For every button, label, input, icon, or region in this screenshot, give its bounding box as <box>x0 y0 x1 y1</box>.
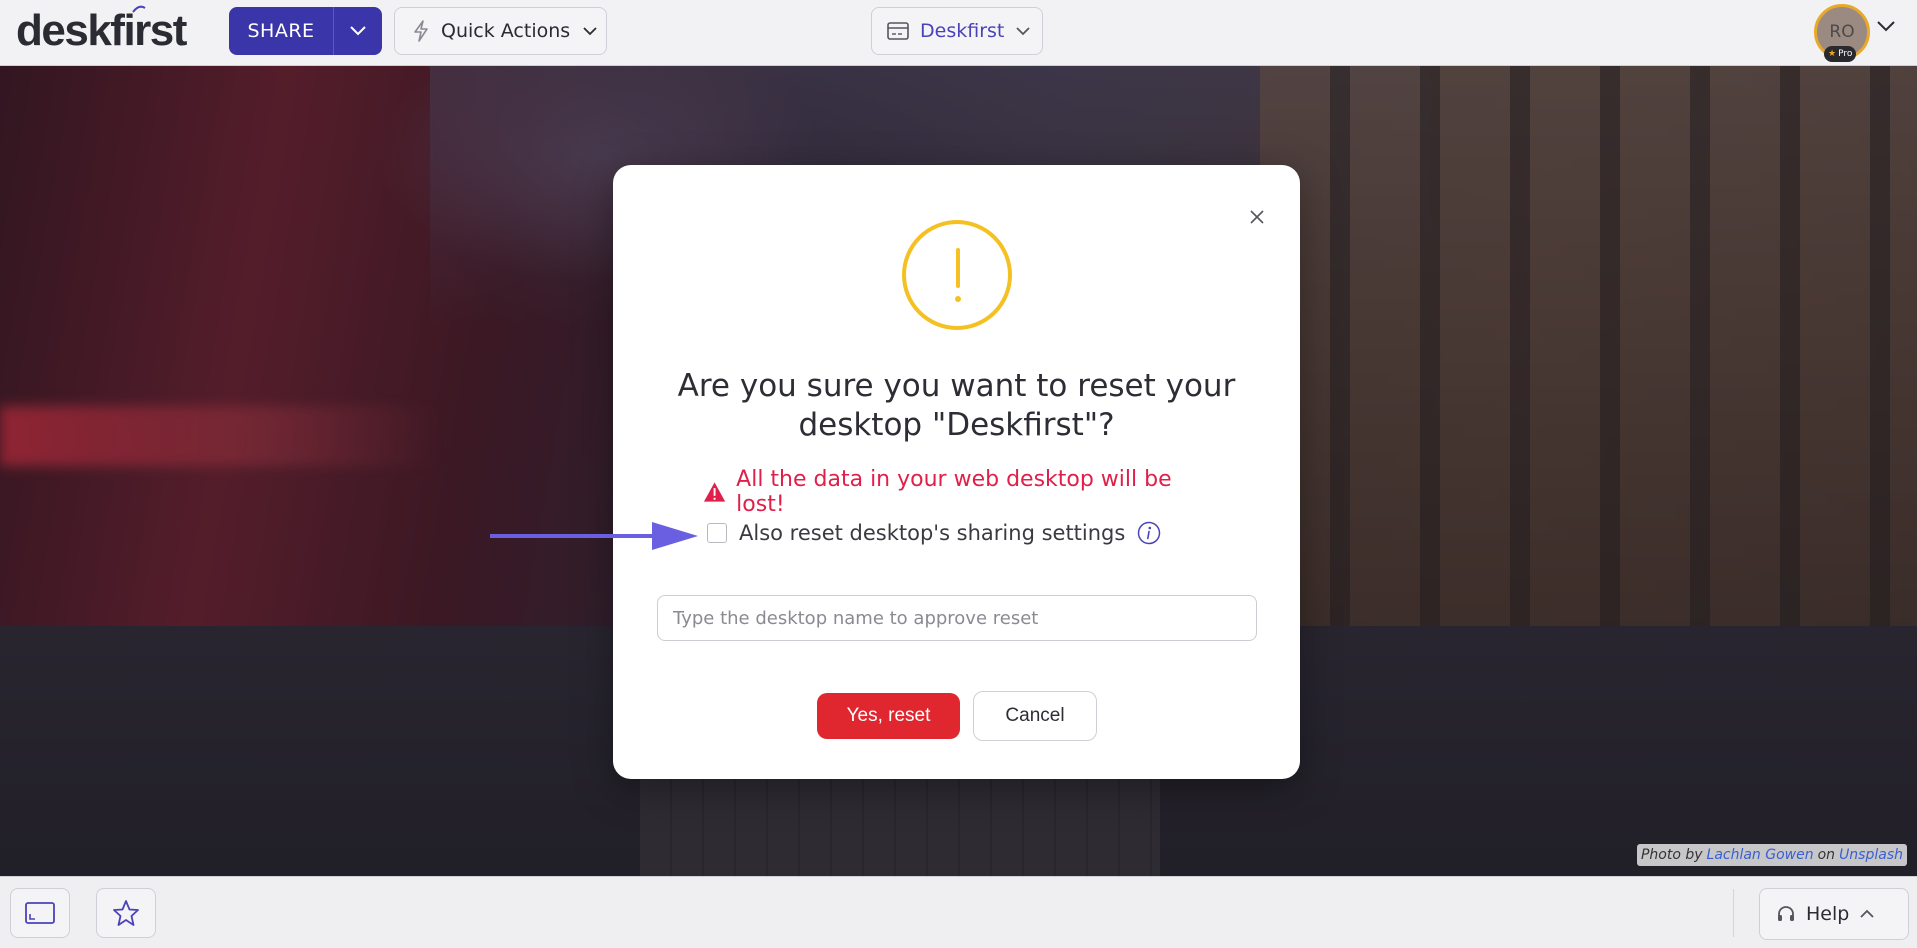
desktop-selector[interactable]: Deskfirst <box>871 7 1043 55</box>
help-button[interactable]: Help <box>1759 888 1909 940</box>
share-dropdown-button[interactable] <box>333 7 382 55</box>
data-loss-warning: All the data in your web desktop will be… <box>703 467 1210 517</box>
pro-badge-label: Pro <box>1838 49 1853 59</box>
credit-prefix: Photo by <box>1640 847 1703 863</box>
star-icon: ★ <box>1828 49 1837 59</box>
exclamation-bar <box>956 248 960 288</box>
user-menu-chevron-icon[interactable] <box>1876 20 1896 32</box>
chevron-up-icon <box>1860 909 1874 918</box>
credit-site-link[interactable]: Unsplash <box>1839 847 1903 863</box>
reset-desktop-dialog: Are you sure you want to reset your desk… <box>613 165 1300 779</box>
desktop-name: Deskfirst <box>920 20 1005 42</box>
bottom-bar-divider <box>1733 889 1734 937</box>
photo-credit: Photo by Lachlan Gowen on Unsplash <box>1636 844 1907 866</box>
approve-reset-input[interactable] <box>657 595 1257 641</box>
info-icon[interactable] <box>1137 521 1161 545</box>
quick-actions-button[interactable]: Quick Actions <box>394 7 607 55</box>
reset-sharing-label[interactable]: Also reset desktop's sharing settings <box>739 521 1125 545</box>
headset-icon <box>1778 906 1794 921</box>
chevron-down-icon <box>350 26 366 36</box>
chevron-down-icon <box>1016 27 1030 36</box>
top-bar: deskfirst SHARE Quick Actions Deskfirst … <box>0 0 1917 66</box>
warning-triangle-icon <box>703 482 726 502</box>
close-icon <box>1250 210 1264 224</box>
reset-sharing-checkbox[interactable] <box>707 523 727 543</box>
cancel-button[interactable]: Cancel <box>973 691 1097 741</box>
star-icon <box>113 900 139 926</box>
credit-on: on <box>1817 847 1836 863</box>
sharing-settings-option: Also reset desktop's sharing settings <box>707 521 1161 545</box>
dialog-title: Are you sure you want to reset your desk… <box>677 368 1236 443</box>
window-icon <box>25 902 55 924</box>
pro-badge: ★ Pro <box>1824 46 1857 62</box>
confirm-reset-button[interactable]: Yes, reset <box>817 693 960 739</box>
chevron-down-icon <box>583 27 597 36</box>
exclamation-dot <box>955 296 961 302</box>
credit-author-link[interactable]: Lachlan Gowen <box>1707 847 1814 863</box>
data-loss-warning-text: All the data in your web desktop will be… <box>736 467 1172 517</box>
user-avatar[interactable]: RO ★ Pro <box>1814 4 1872 62</box>
help-label: Help <box>1806 903 1850 925</box>
bottom-bar: Help <box>0 876 1917 948</box>
logo-accent-icon <box>132 5 146 13</box>
share-button-group: SHARE <box>229 7 382 55</box>
favorite-button[interactable] <box>96 888 156 938</box>
fullscreen-button[interactable] <box>10 888 70 938</box>
share-button[interactable]: SHARE <box>229 7 333 55</box>
lightning-icon <box>414 20 428 42</box>
close-button[interactable] <box>1245 205 1269 229</box>
deskfirst-logo[interactable]: deskfirst <box>16 6 187 56</box>
exclamation-circle-icon <box>902 220 1012 330</box>
quick-actions-label: Quick Actions <box>441 20 571 42</box>
annotation-arrow-icon <box>490 522 698 550</box>
desktop-window-icon <box>887 22 909 40</box>
